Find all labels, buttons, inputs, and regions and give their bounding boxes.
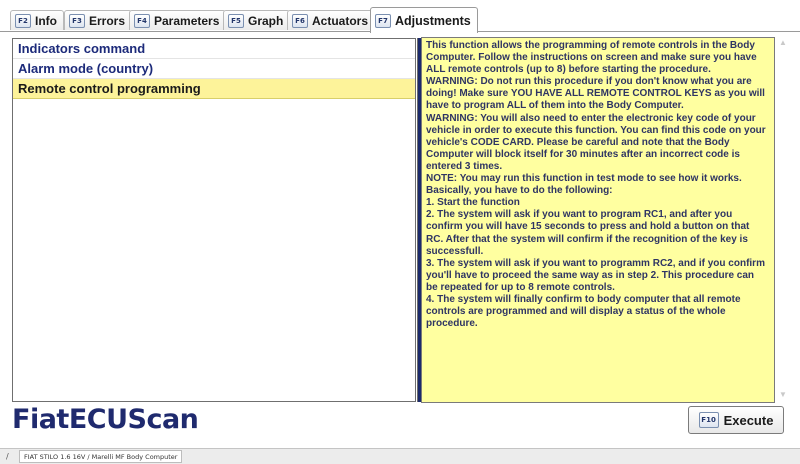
app-logo: FiatECUScan: [12, 404, 199, 435]
tab-errors[interactable]: F3 Errors: [64, 10, 133, 30]
tab-adjustments-label: Adjustments: [395, 13, 471, 28]
vehicle-status: FIAT STILO 1.6 16V / Marelli MF Body Com…: [19, 450, 183, 463]
tab-errors-label: Errors: [89, 13, 126, 28]
list-item-indicators-command[interactable]: Indicators command: [13, 39, 415, 59]
f2-key-icon: F2: [15, 13, 31, 28]
f10-key-icon: F10: [698, 412, 719, 428]
function-list: Indicators command Alarm mode (country) …: [12, 38, 416, 402]
scroll-up-icon[interactable]: ▲: [777, 38, 789, 48]
status-bar: / FIAT STILO 1.6 16V / Marelli MF Body C…: [0, 448, 800, 464]
tab-actuators-label: Actuators: [312, 13, 369, 28]
function-description: This function allows the programming of …: [421, 37, 775, 403]
status-icon: /: [6, 452, 9, 461]
tab-actuators[interactable]: F6 Actuators: [287, 10, 376, 30]
f5-key-icon: F5: [228, 13, 244, 28]
list-item-remote-control-programming[interactable]: Remote control programming: [13, 79, 415, 99]
tab-graph-label: Graph: [248, 13, 284, 28]
f4-key-icon: F4: [134, 13, 150, 28]
tab-info-label: Info: [35, 13, 57, 28]
tab-parameters[interactable]: F4 Parameters: [129, 10, 227, 30]
execute-button[interactable]: F10 Execute: [688, 406, 784, 434]
f3-key-icon: F3: [69, 13, 85, 28]
tab-bar: F2 Info F3 Errors F4 Parameters F5 Graph…: [0, 0, 800, 33]
tab-info[interactable]: F2 Info: [10, 10, 64, 30]
tab-parameters-label: Parameters: [154, 13, 220, 28]
scroll-down-icon[interactable]: ▼: [777, 390, 789, 400]
f7-key-icon: F7: [375, 13, 391, 28]
tab-graph[interactable]: F5 Graph: [223, 10, 291, 30]
execute-label: Execute: [723, 412, 774, 428]
tab-adjustments[interactable]: F7 Adjustments: [370, 7, 478, 33]
list-item-alarm-mode[interactable]: Alarm mode (country): [13, 59, 415, 79]
f6-key-icon: F6: [292, 13, 308, 28]
